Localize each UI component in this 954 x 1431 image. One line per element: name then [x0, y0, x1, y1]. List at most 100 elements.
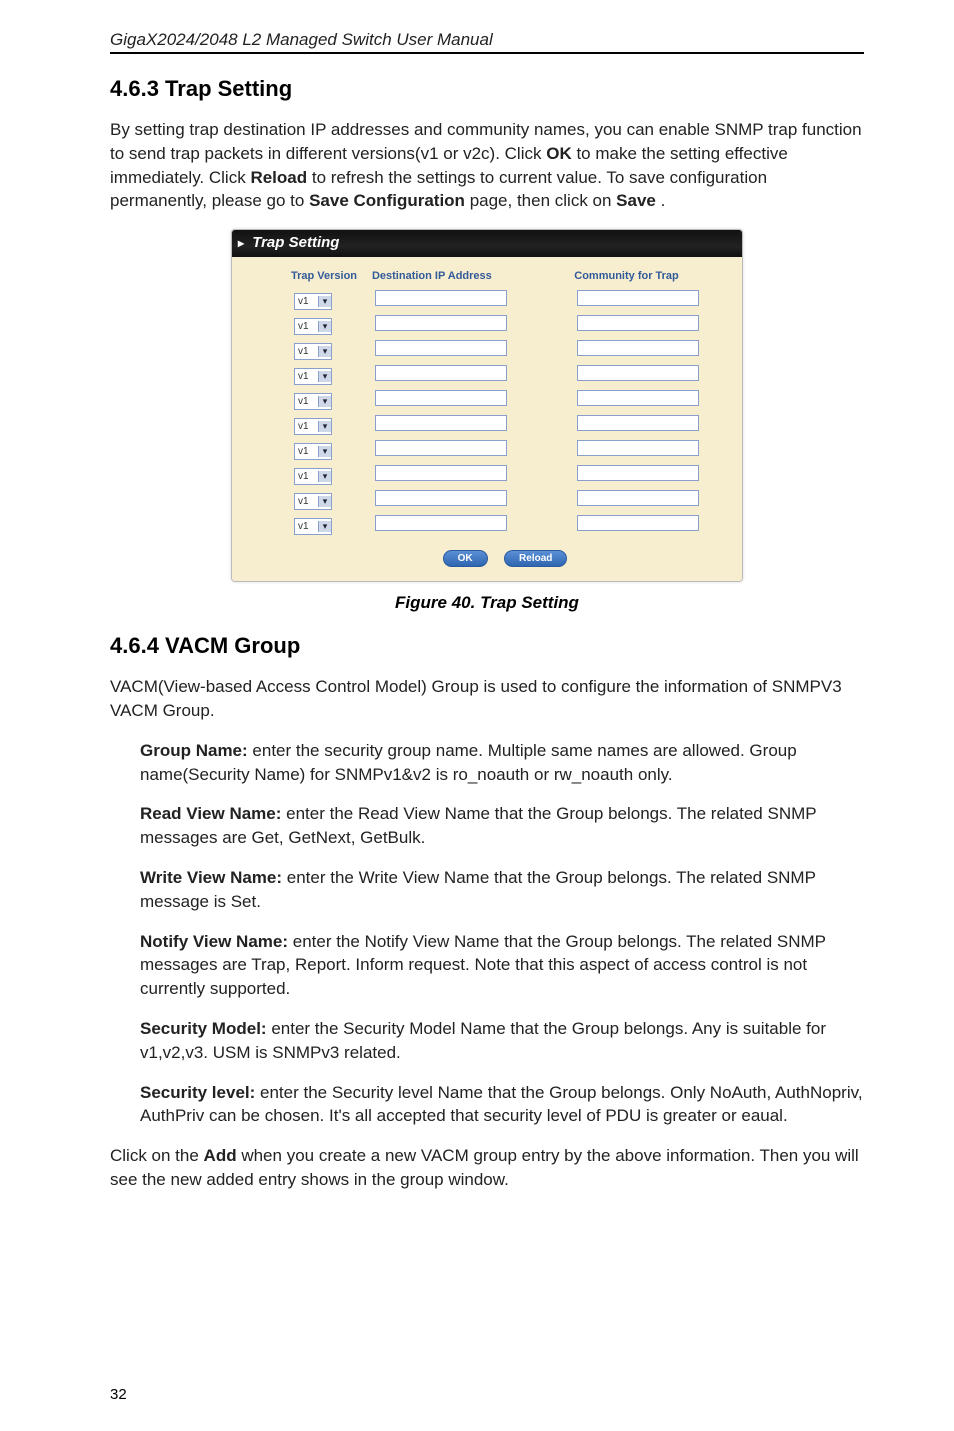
- chevron-down-icon[interactable]: ▾: [318, 321, 331, 332]
- trap-version-value: v1: [295, 346, 318, 357]
- screenshot-title: Trap Setting: [252, 234, 339, 251]
- s2-out-0: Click on the: [110, 1146, 204, 1165]
- destination-ip-input[interactable]: [375, 490, 507, 506]
- trap-version-value: v1: [295, 296, 318, 307]
- trap-setting-screenshot: ▸ Trap Setting Trap Version Destination …: [231, 229, 743, 582]
- community-input[interactable]: [577, 465, 699, 481]
- s1-bold-save: Save: [616, 191, 656, 210]
- table-row: v1▾: [290, 388, 720, 413]
- definition-lead: Group Name:: [140, 741, 248, 760]
- section-2-items: Group Name: enter the security group nam…: [110, 739, 864, 1128]
- chevron-down-icon[interactable]: ▾: [318, 496, 331, 507]
- community-input[interactable]: [577, 515, 699, 531]
- s1-bold-saveconfig: Save Configuration: [309, 191, 465, 210]
- trap-version-value: v1: [295, 521, 318, 532]
- trap-version-value: v1: [295, 421, 318, 432]
- figure-40-caption: Figure 40. Trap Setting: [110, 593, 864, 613]
- trap-table-body: v1▾v1▾v1▾v1▾v1▾v1▾v1▾v1▾v1▾v1▾: [290, 288, 720, 538]
- trap-version-value: v1: [295, 446, 318, 457]
- section-1-heading: 4.6.3 Trap Setting: [110, 76, 864, 102]
- ok-button[interactable]: OK: [443, 550, 488, 567]
- chevron-down-icon[interactable]: ▾: [318, 421, 331, 432]
- community-input[interactable]: [577, 415, 699, 431]
- trap-version-select[interactable]: v1▾: [294, 343, 332, 360]
- definition-lead: Read View Name:: [140, 804, 281, 823]
- s1-p6: page, then click on: [470, 191, 616, 210]
- table-row: v1▾: [290, 313, 720, 338]
- col-header-community: Community for Trap: [573, 269, 720, 288]
- s2-out-bold-add: Add: [204, 1146, 237, 1165]
- trap-version-select[interactable]: v1▾: [294, 443, 332, 460]
- definition-item: Security Model: enter the Security Model…: [140, 1017, 864, 1065]
- trap-version-value: v1: [295, 496, 318, 507]
- trap-version-select[interactable]: v1▾: [294, 368, 332, 385]
- trap-version-value: v1: [295, 396, 318, 407]
- screenshot-title-bar: ▸ Trap Setting: [232, 230, 742, 257]
- trap-version-select[interactable]: v1▾: [294, 418, 332, 435]
- reload-button[interactable]: Reload: [504, 550, 567, 567]
- community-input[interactable]: [577, 390, 699, 406]
- chevron-down-icon[interactable]: ▾: [318, 371, 331, 382]
- community-input[interactable]: [577, 365, 699, 381]
- table-row: v1▾: [290, 338, 720, 363]
- trap-version-select[interactable]: v1▾: [294, 518, 332, 535]
- trap-version-select[interactable]: v1▾: [294, 493, 332, 510]
- table-row: v1▾: [290, 513, 720, 538]
- col-header-version: Trap Version: [290, 269, 371, 288]
- section-2-heading: 4.6.4 VACM Group: [110, 633, 864, 659]
- definition-item: Write View Name: enter the Write View Na…: [140, 866, 864, 914]
- page-number: 32: [110, 1386, 127, 1403]
- trap-version-value: v1: [295, 321, 318, 332]
- definition-lead: Write View Name:: [140, 868, 282, 887]
- destination-ip-input[interactable]: [375, 315, 507, 331]
- s1-p8: .: [661, 191, 666, 210]
- definition-lead: Notify View Name:: [140, 932, 288, 951]
- figure-40-container: ▸ Trap Setting Trap Version Destination …: [110, 229, 864, 587]
- table-row: v1▾: [290, 438, 720, 463]
- destination-ip-input[interactable]: [375, 290, 507, 306]
- destination-ip-input[interactable]: [375, 365, 507, 381]
- s1-bold-reload: Reload: [250, 168, 307, 187]
- definition-item: Security level: enter the Security level…: [140, 1081, 864, 1129]
- table-row: v1▾: [290, 363, 720, 388]
- chevron-down-icon[interactable]: ▾: [318, 296, 331, 307]
- page-header: GigaX2024/2048 L2 Managed Switch User Ma…: [110, 30, 864, 54]
- trap-version-select[interactable]: v1▾: [294, 293, 332, 310]
- chevron-down-icon[interactable]: ▾: [318, 346, 331, 357]
- trap-version-value: v1: [295, 471, 318, 482]
- community-input[interactable]: [577, 440, 699, 456]
- community-input[interactable]: [577, 290, 699, 306]
- destination-ip-input[interactable]: [375, 340, 507, 356]
- destination-ip-input[interactable]: [375, 465, 507, 481]
- community-input[interactable]: [577, 315, 699, 331]
- trap-version-select[interactable]: v1▾: [294, 318, 332, 335]
- chevron-down-icon[interactable]: ▾: [318, 521, 331, 532]
- community-input[interactable]: [577, 340, 699, 356]
- section-2-intro: VACM(View-based Access Control Model) Gr…: [110, 675, 864, 723]
- trap-version-value: v1: [295, 371, 318, 382]
- table-row: v1▾: [290, 413, 720, 438]
- chevron-down-icon[interactable]: ▾: [318, 396, 331, 407]
- definition-item: Group Name: enter the security group nam…: [140, 739, 864, 787]
- definition-item: Read View Name: enter the Read View Name…: [140, 802, 864, 850]
- definition-lead: Security Model:: [140, 1019, 267, 1038]
- community-input[interactable]: [577, 490, 699, 506]
- screenshot-body: Trap Version Destination IP Address Comm…: [232, 257, 742, 581]
- destination-ip-input[interactable]: [375, 515, 507, 531]
- table-row: v1▾: [290, 288, 720, 313]
- destination-ip-input[interactable]: [375, 415, 507, 431]
- destination-ip-input[interactable]: [375, 440, 507, 456]
- chevron-down-icon[interactable]: ▾: [318, 471, 331, 482]
- trap-version-select[interactable]: v1▾: [294, 468, 332, 485]
- definition-item: Notify View Name: enter the Notify View …: [140, 930, 864, 1001]
- destination-ip-input[interactable]: [375, 390, 507, 406]
- trap-version-select[interactable]: v1▾: [294, 393, 332, 410]
- section-2-outro: Click on the Add when you create a new V…: [110, 1144, 864, 1192]
- arrow-right-icon: ▸: [238, 236, 244, 250]
- definition-lead: Security level:: [140, 1083, 255, 1102]
- screenshot-button-row: OK Reload: [290, 548, 720, 567]
- chevron-down-icon[interactable]: ▾: [318, 446, 331, 457]
- section-1-paragraph: By setting trap destination IP addresses…: [110, 118, 864, 213]
- col-header-ip: Destination IP Address: [371, 269, 573, 288]
- table-row: v1▾: [290, 488, 720, 513]
